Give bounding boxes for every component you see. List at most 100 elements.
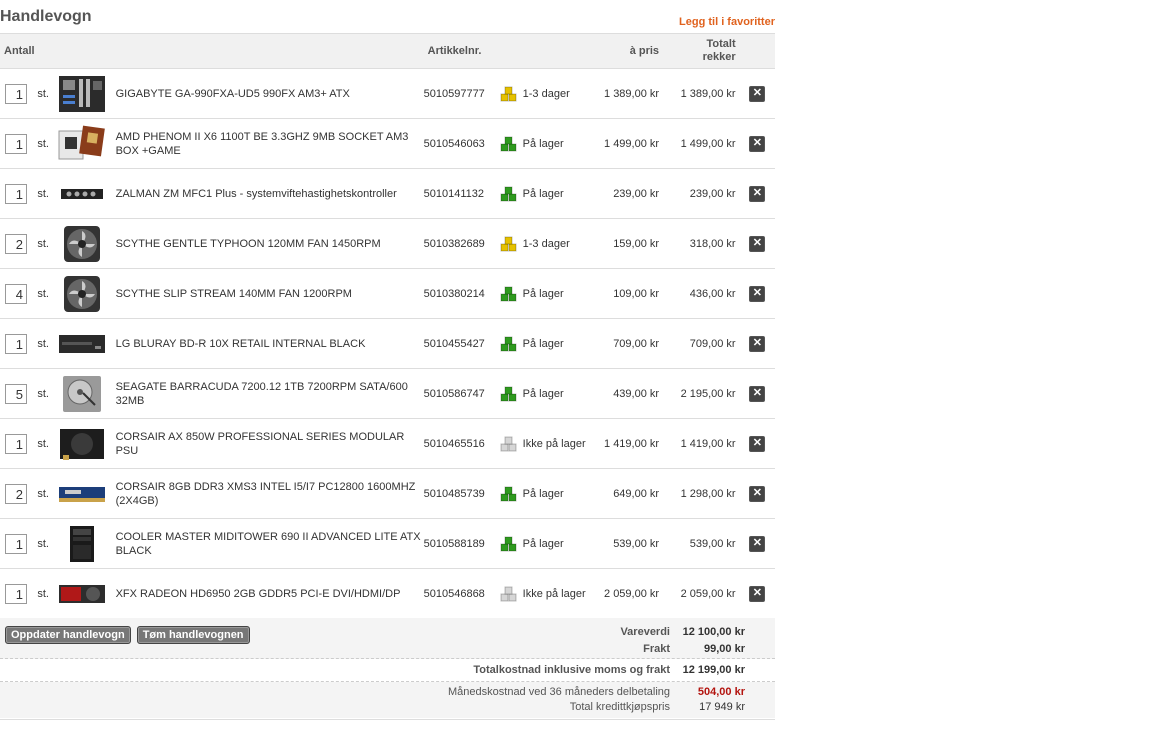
line-total-cell: 1 499,00 kr <box>663 118 740 169</box>
product-name-link[interactable]: ZALMAN ZM MFC1 Plus - systemviftehastigh… <box>116 188 397 200</box>
line-total-cell: 239,00 kr <box>663 168 740 219</box>
sku-cell: 5010465516 <box>423 418 500 469</box>
stock-status: På lager <box>500 286 595 302</box>
sku: 5010588189 <box>423 537 485 550</box>
product-name-link[interactable]: CORSAIR 8GB DDR3 XMS3 INTEL I5/I7 PC1280… <box>116 481 416 507</box>
shipping-value: 99,00 kr <box>704 643 745 655</box>
unit-label: st. <box>37 387 49 400</box>
unit-label: st. <box>37 487 49 500</box>
quantity-input[interactable]: 1 <box>5 133 27 154</box>
sku-cell: 5010546868 <box>423 568 500 619</box>
cart-buttons: Oppdater handlevogn Tøm handlevognen <box>5 626 250 644</box>
update-cart-button[interactable]: Oppdater handlevogn <box>5 626 131 644</box>
quantity-input[interactable]: 1 <box>5 83 27 104</box>
quantity-input[interactable]: 1 <box>5 183 27 204</box>
quantity-input[interactable]: 5 <box>5 383 27 404</box>
remove-cell: ✕ <box>739 218 775 269</box>
product-thumbnail[interactable] <box>57 475 107 513</box>
qty-cell: 1 <box>0 518 32 569</box>
remove-item-icon[interactable]: ✕ <box>749 235 766 252</box>
product-name-cell: GIGABYTE GA-990FXA-UD5 990FX AM3+ ATX <box>115 68 424 119</box>
product-thumbnail[interactable] <box>57 75 107 113</box>
remove-item-icon[interactable]: ✕ <box>749 435 766 452</box>
qty-cell: 2 <box>0 218 32 269</box>
sku-cell: 5010382689 <box>423 218 500 269</box>
unit-price-cell: 239,00 kr <box>594 168 664 219</box>
page-title: Handlevogn <box>0 8 92 25</box>
product-thumbnail[interactable] <box>57 525 107 563</box>
unit-price-cell: 1 499,00 kr <box>594 118 664 169</box>
stock-cell: På lager <box>499 118 595 169</box>
product-name-cell: CORSAIR AX 850W PROFESSIONAL SERIES MODU… <box>115 418 424 469</box>
unit-label: st. <box>37 437 49 450</box>
stock-cubes-icon <box>500 536 517 551</box>
product-name-link[interactable]: LG BLURAY BD-R 10X RETAIL INTERNAL BLACK <box>116 338 366 350</box>
unit-label: st. <box>37 187 49 200</box>
qty-cell: 1 <box>0 318 32 369</box>
product-thumbnail[interactable] <box>57 125 107 163</box>
remove-item-icon[interactable]: ✕ <box>749 485 766 502</box>
product-thumbnail[interactable] <box>57 425 107 463</box>
stock-cubes-icon <box>500 236 517 251</box>
unit-cell: st. <box>31 218 53 269</box>
quantity-input[interactable]: 1 <box>5 533 27 554</box>
quantity-input[interactable]: 1 <box>5 333 27 354</box>
product-name-cell: AMD PHENOM II X6 1100T BE 3.3GHZ 9MB SOC… <box>115 118 424 169</box>
stock-cubes-icon <box>500 386 517 401</box>
sku: 5010597777 <box>423 87 485 100</box>
line-total: 539,00 kr <box>689 537 736 550</box>
product-name-link[interactable]: SCYTHE SLIP STREAM 140MM FAN 1200RPM <box>116 288 352 300</box>
column-header-total: Totalt rekker <box>663 33 740 69</box>
footer-bottom-border <box>0 719 775 720</box>
remove-item-icon[interactable]: ✕ <box>749 135 766 152</box>
unit-price-cell: 2 059,00 kr <box>594 568 664 619</box>
unit-cell: st. <box>31 518 53 569</box>
product-name-cell: CORSAIR 8GB DDR3 XMS3 INTEL I5/I7 PC1280… <box>115 468 424 519</box>
remove-cell: ✕ <box>739 68 775 119</box>
quantity-input[interactable]: 1 <box>5 583 27 604</box>
empty-cart-button[interactable]: Tøm handlevognen <box>136 626 250 644</box>
unit-price-cell: 159,00 kr <box>594 218 664 269</box>
unit-label: st. <box>37 537 49 550</box>
product-name-link[interactable]: GIGABYTE GA-990FXA-UD5 990FX AM3+ ATX <box>116 88 350 100</box>
product-name-link[interactable]: XFX RADEON HD6950 2GB GDDR5 PCI-E DVI/HD… <box>116 588 401 600</box>
add-to-favorites-link[interactable]: Legg til i favoritter <box>679 16 775 28</box>
remove-item-icon[interactable]: ✕ <box>749 285 766 302</box>
product-name-link[interactable]: COOLER MASTER MIDITOWER 690 II ADVANCED … <box>116 531 421 557</box>
product-name-link[interactable]: AMD PHENOM II X6 1100T BE 3.3GHZ 9MB SOC… <box>116 131 409 157</box>
cart-row: 1 st. XFX RADEON HD6950 2GB GDDR5 PCI-E … <box>0 568 775 619</box>
quantity-input[interactable]: 1 <box>5 433 27 454</box>
stock-cubes-icon <box>500 186 517 201</box>
column-header-remove <box>739 33 775 69</box>
unit-price: 1 499,00 kr <box>604 137 660 150</box>
product-thumbnail[interactable] <box>57 325 107 363</box>
unit-price: 1 419,00 kr <box>604 437 660 450</box>
unit-price: 239,00 kr <box>613 187 660 200</box>
stock-status: På lager <box>500 186 595 202</box>
product-thumbnail[interactable] <box>57 575 107 613</box>
product-thumbnail[interactable] <box>57 175 107 213</box>
line-total: 239,00 kr <box>689 187 736 200</box>
thumb-cell <box>52 518 116 569</box>
monthly-value: 504,00 kr <box>697 686 745 698</box>
product-thumbnail[interactable] <box>57 375 107 413</box>
product-name-link[interactable]: CORSAIR AX 850W PROFESSIONAL SERIES MODU… <box>116 431 405 457</box>
quantity-input[interactable]: 2 <box>5 483 27 504</box>
remove-item-icon[interactable]: ✕ <box>749 385 766 402</box>
stock-label: På lager <box>522 487 564 500</box>
remove-item-icon[interactable]: ✕ <box>749 185 766 202</box>
product-name-cell: SCYTHE GENTLE TYPHOON 120MM FAN 1450RPM <box>115 218 424 269</box>
stock-label: På lager <box>522 387 564 400</box>
product-name-link[interactable]: SEAGATE BARRACUDA 7200.12 1TB 7200RPM SA… <box>116 381 408 407</box>
product-name-cell: SEAGATE BARRACUDA 7200.12 1TB 7200RPM SA… <box>115 368 424 419</box>
remove-item-icon[interactable]: ✕ <box>749 535 766 552</box>
remove-item-icon[interactable]: ✕ <box>749 85 766 102</box>
quantity-input[interactable]: 2 <box>5 233 27 254</box>
product-name-link[interactable]: SCYTHE GENTLE TYPHOON 120MM FAN 1450RPM <box>116 238 381 250</box>
unit-cell: st. <box>31 168 53 219</box>
remove-item-icon[interactable]: ✕ <box>749 335 766 352</box>
product-thumbnail[interactable] <box>57 275 107 313</box>
product-thumbnail[interactable] <box>57 225 107 263</box>
remove-item-icon[interactable]: ✕ <box>749 585 766 602</box>
quantity-input[interactable]: 4 <box>5 283 27 304</box>
